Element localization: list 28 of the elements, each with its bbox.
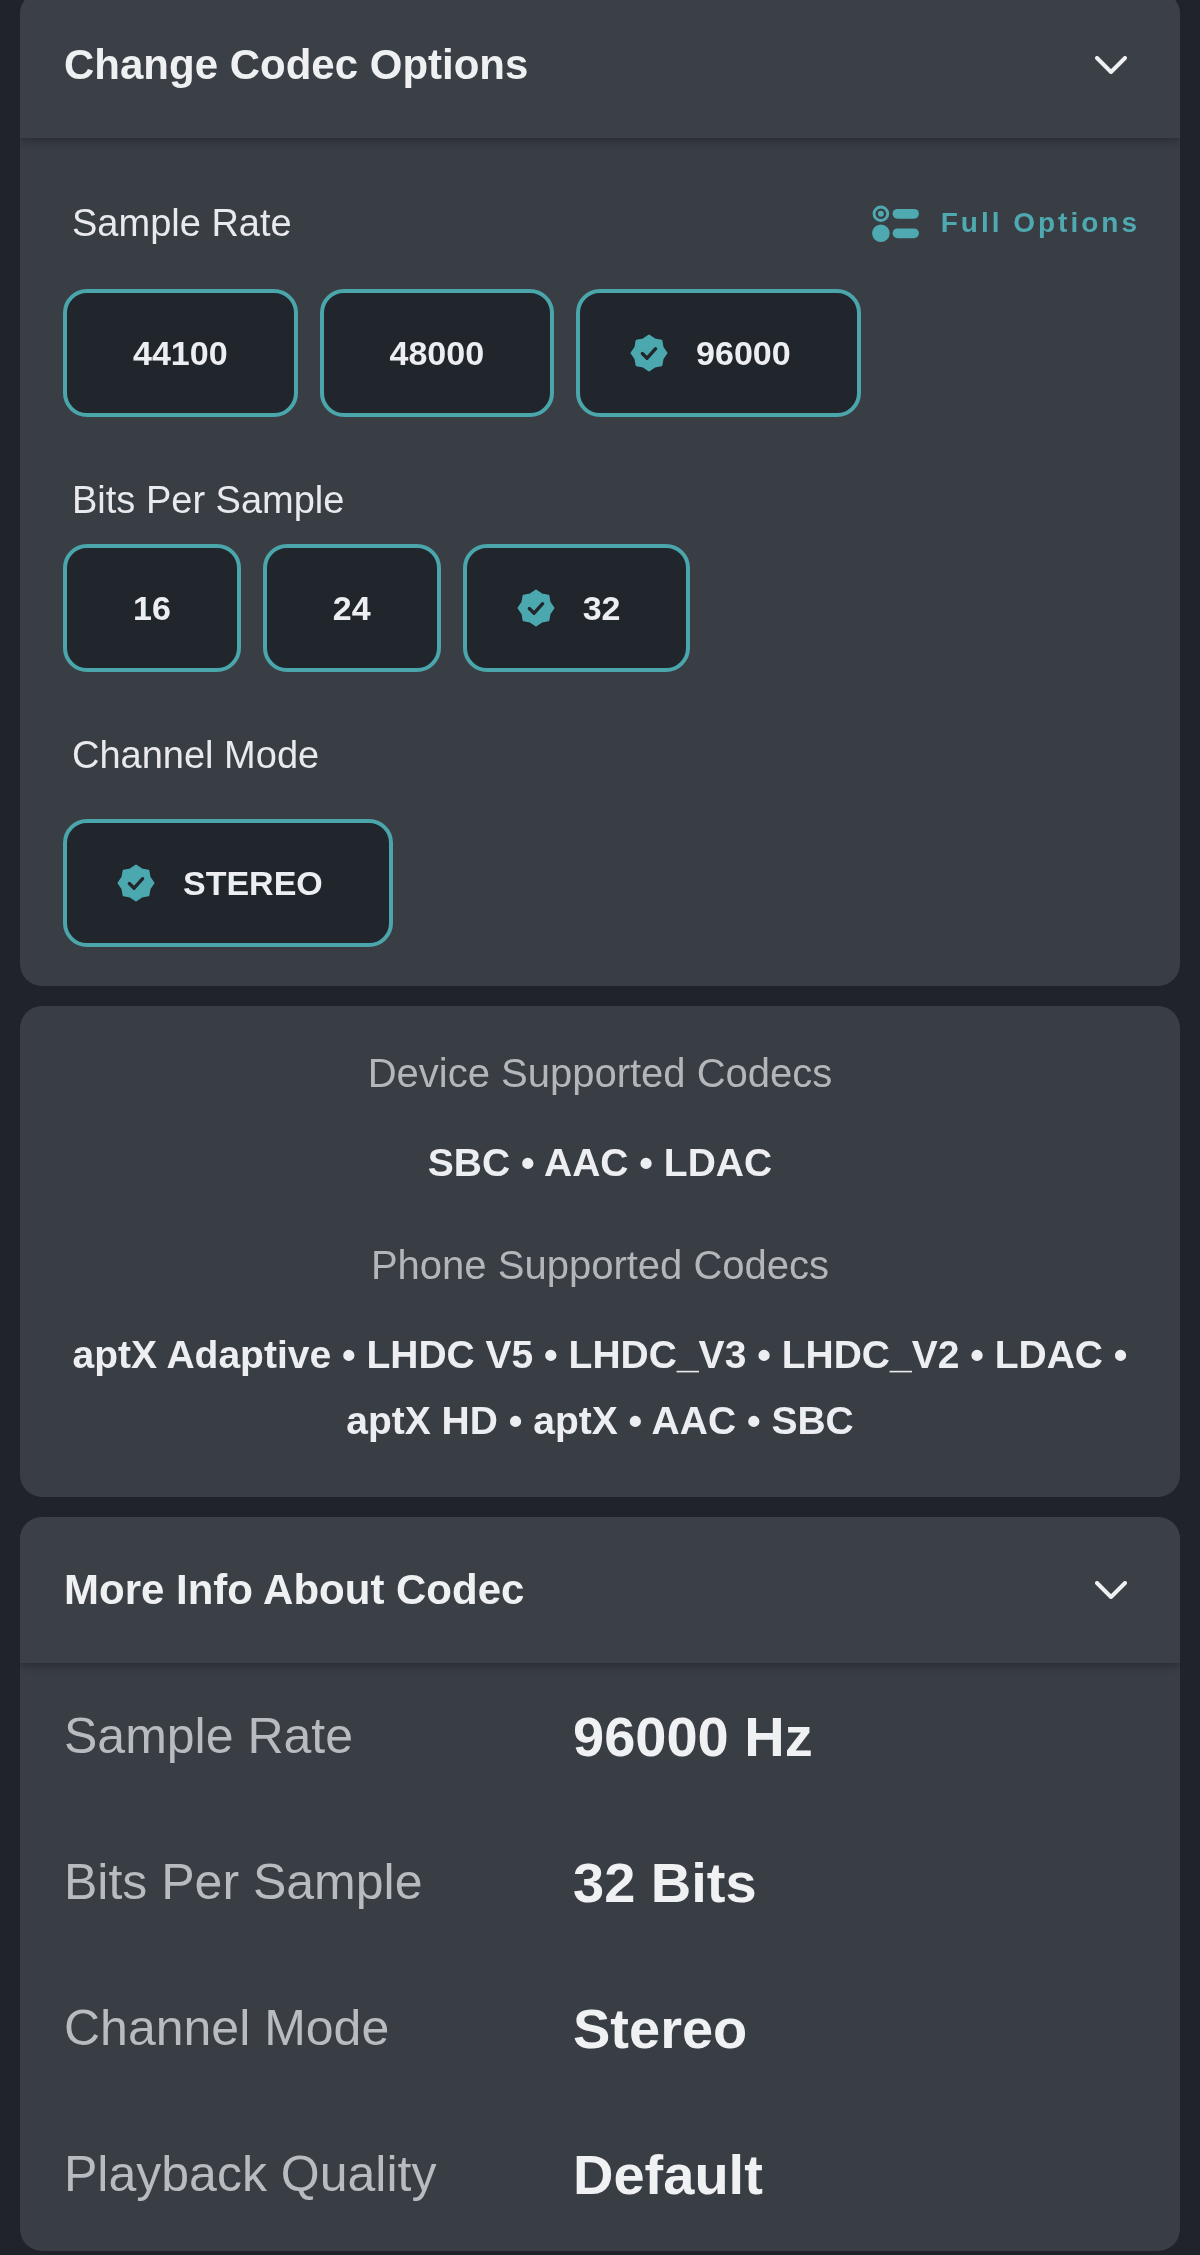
option-button[interactable]: 96000 [576, 289, 861, 417]
info-value: 32 Bits [573, 1849, 758, 1915]
info-value: Default [573, 2141, 764, 2207]
option-button[interactable]: 32 [462, 544, 691, 672]
chevron-down-icon[interactable] [1095, 56, 1127, 74]
panel-title: Change Codec Options [64, 41, 529, 89]
panel-title: More Info About Codec [64, 1566, 525, 1614]
option-button[interactable]: 24 [262, 544, 441, 672]
option-button[interactable]: 16 [63, 544, 241, 672]
chevron-down-icon[interactable] [1095, 1581, 1127, 1599]
codec-list: aptX Adaptive • LHDC V5 • LHDC_V3 • LHDC_V2 • LDAC • aptX HD • aptX • AAC • SBC [50, 1322, 1150, 1454]
option-button[interactable]: 48000 [319, 289, 555, 417]
section-label: Sample Rate [72, 201, 292, 246]
codec-list: SBC • AAC • LDAC [50, 1130, 1150, 1196]
full-options-link[interactable]: Full Options [871, 203, 1140, 243]
info-label: Sample Rate [64, 1707, 355, 1765]
section-label: Channel Mode [72, 733, 320, 778]
radio-list-icon [871, 203, 919, 243]
info-label: Channel Mode [64, 1999, 391, 2057]
info-label: Playback Quality [64, 2145, 438, 2203]
option-button[interactable]: 44100 [63, 289, 298, 417]
info-label: Bits Per Sample [64, 1853, 424, 1911]
info-value: Stereo [573, 1995, 749, 2061]
info-value: 96000 Hz [573, 1703, 814, 1769]
codecs-heading: Device Supported Codecs [366, 1050, 834, 1097]
codecs-heading: Phone Supported Codecs [369, 1242, 831, 1289]
option-button[interactable]: STEREO [63, 819, 393, 947]
section-label: Bits Per Sample [72, 478, 345, 523]
